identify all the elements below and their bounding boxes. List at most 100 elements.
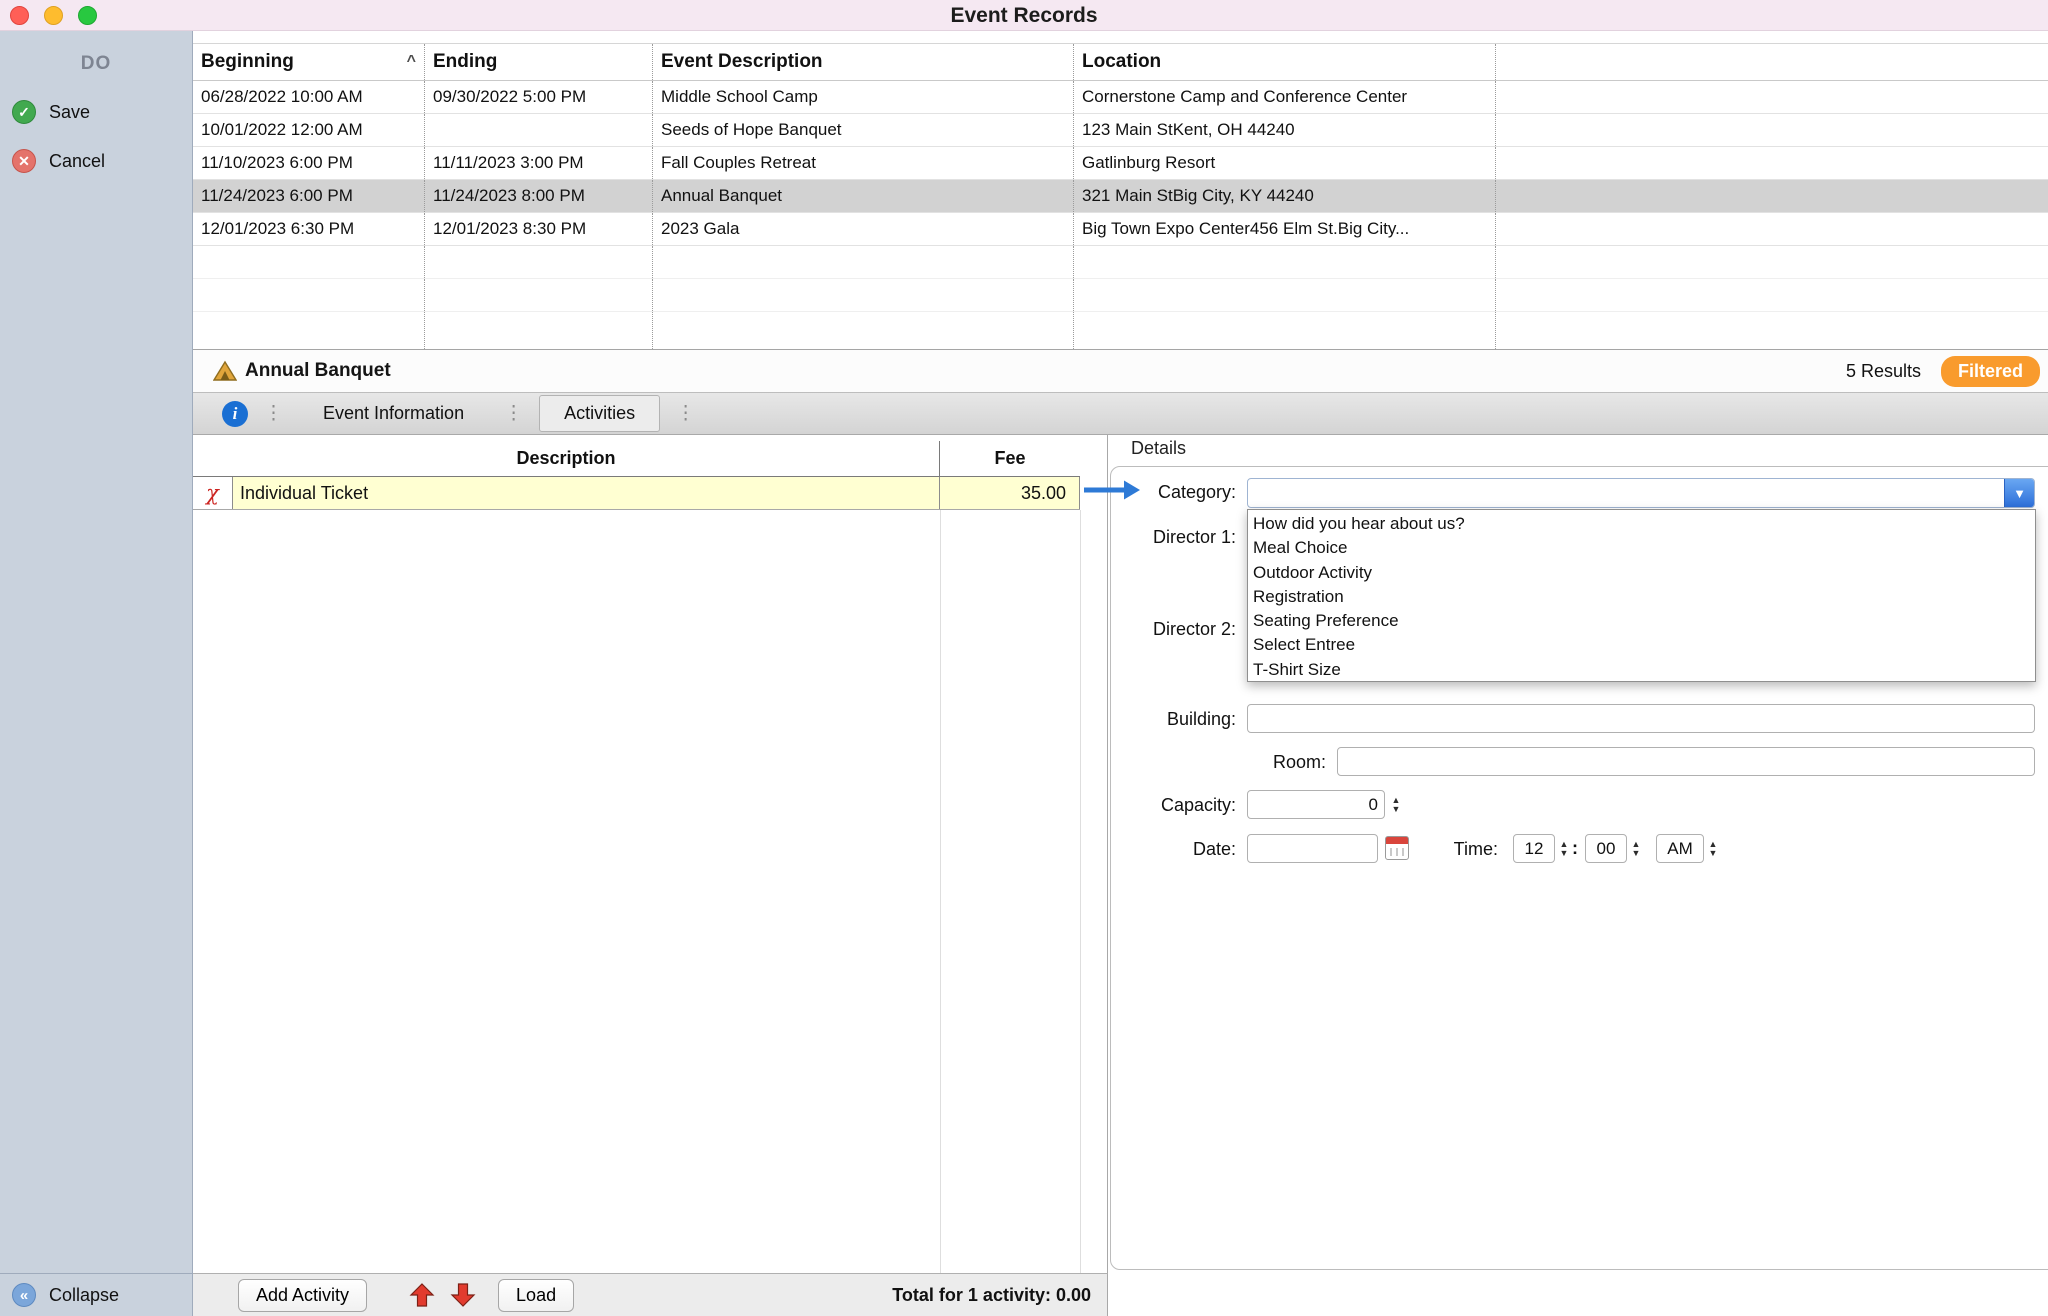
table-row-empty (193, 246, 2048, 279)
cell-beginning: 12/01/2023 6:30 PM (193, 213, 425, 245)
ampm-stepper[interactable]: ▲ ▼ (1706, 835, 1720, 863)
time-label: Time: (1428, 839, 1498, 860)
step-down-icon[interactable]: ▼ (1560, 849, 1569, 858)
cell-empty (1496, 147, 2048, 179)
table-row[interactable]: 06/28/2022 10:00 AM 09/30/2022 5:00 PM M… (193, 81, 2048, 114)
tab-event-information[interactable]: Event Information (299, 396, 488, 431)
drag-handle-icon[interactable]: ⋮ (504, 402, 523, 425)
dropdown-option[interactable]: Select Entree (1248, 633, 2035, 657)
table-row[interactable]: 10/01/2022 12:00 AM Seeds of Hope Banque… (193, 114, 2048, 147)
activities-table-header: Description Fee (193, 441, 1080, 477)
cancel-button[interactable]: ✕ Cancel (0, 149, 192, 173)
cell-location: 321 Main StBig City, KY 44240 (1074, 180, 1496, 212)
time-ampm-input[interactable] (1656, 834, 1704, 863)
dropdown-option[interactable]: Seating Preference (1248, 609, 2035, 633)
step-down-icon[interactable]: ▼ (1709, 849, 1718, 858)
minute-stepper[interactable]: ▲ ▼ (1629, 835, 1643, 863)
director2-label: Director 2: (1108, 619, 1236, 640)
drag-handle-icon[interactable]: ⋮ (264, 402, 283, 425)
table-row-selected[interactable]: 11/24/2023 6:00 PM 11/24/2023 8:00 PM An… (193, 180, 2048, 213)
activity-row[interactable]: χ Individual Ticket 35.00 (193, 477, 1080, 510)
cell-empty (653, 246, 1074, 278)
calendar-icon[interactable] (1385, 836, 1409, 860)
event-tent-icon (213, 359, 237, 383)
step-down-icon[interactable]: ▼ (1392, 805, 1401, 814)
dropdown-option[interactable]: How did you hear about us? (1248, 512, 2035, 536)
cell-empty (1074, 279, 1496, 311)
category-dropdown-list: How did you hear about us? Meal Choice O… (1247, 509, 2036, 682)
filtered-badge[interactable]: Filtered (1941, 356, 2040, 387)
hour-stepper[interactable]: ▲ ▼ (1557, 835, 1571, 863)
details-panel: Details Category: Director 1: Director 2… (1108, 435, 2048, 1273)
save-check-icon: ✓ (12, 100, 36, 124)
save-label: Save (49, 102, 90, 123)
dropdown-option[interactable]: Meal Choice (1248, 536, 2035, 560)
cell-empty (1496, 213, 2048, 245)
column-header-empty (1496, 44, 2048, 80)
cell-ending: 11/24/2023 8:00 PM (425, 180, 653, 212)
tab-bar: i ⋮ Event Information ⋮ Activities ⋮ (193, 392, 2048, 435)
capacity-label: Capacity: (1108, 795, 1236, 816)
load-button[interactable]: Load (498, 1279, 574, 1312)
cell-location: Cornerstone Camp and Conference Center (1074, 81, 1496, 113)
time-minute-input[interactable] (1585, 834, 1627, 863)
capacity-stepper[interactable]: ▲ ▼ (1389, 791, 1403, 819)
room-input[interactable] (1337, 747, 2035, 776)
collapse-label: Collapse (49, 1285, 119, 1306)
activity-fee-cell[interactable]: 35.00 (940, 477, 1080, 509)
column-header-description[interactable]: Event Description (653, 44, 1074, 80)
category-dropdown-button[interactable]: ▼ (2004, 479, 2034, 507)
column-header-ending[interactable]: Ending (425, 44, 653, 80)
pointer-arrow-icon (1083, 479, 1141, 501)
cell-empty (1074, 312, 1496, 351)
add-activity-button[interactable]: Add Activity (238, 1279, 367, 1312)
move-up-icon[interactable] (409, 1282, 435, 1308)
window-titlebar: Event Records (0, 0, 2048, 31)
cell-beginning: 11/10/2023 6:00 PM (193, 147, 425, 179)
table-row[interactable]: 11/10/2023 6:00 PM 11/11/2023 3:00 PM Fa… (193, 147, 2048, 180)
cell-empty (1496, 114, 2048, 146)
move-down-icon[interactable] (450, 1282, 476, 1308)
column-header-beginning[interactable]: Beginning ^ (193, 44, 425, 80)
dropdown-option[interactable]: Outdoor Activity (1248, 561, 2035, 585)
cell-beginning: 11/24/2023 6:00 PM (193, 180, 425, 212)
date-input[interactable] (1247, 834, 1378, 863)
column-header-ending-label: Ending (433, 51, 497, 73)
collapse-button[interactable]: « Collapse (0, 1273, 192, 1316)
building-input[interactable] (1247, 704, 2035, 733)
dropdown-option[interactable]: T-Shirt Size (1248, 658, 2035, 682)
cell-empty (1496, 312, 2048, 351)
delete-activity-icon[interactable]: χ (193, 477, 232, 509)
event-header-bar: Annual Banquet 5 Results Filtered (193, 350, 2048, 392)
drag-handle-icon[interactable]: ⋮ (676, 402, 695, 425)
table-row[interactable]: 12/01/2023 6:30 PM 12/01/2023 8:30 PM 20… (193, 213, 2048, 246)
column-divider (1080, 510, 1081, 1273)
category-combo-field[interactable]: ▼ (1247, 478, 2035, 508)
cell-empty (1496, 279, 2048, 311)
cell-empty (1496, 180, 2048, 212)
info-icon[interactable]: i (222, 401, 248, 427)
activity-description-cell[interactable]: Individual Ticket (232, 477, 940, 509)
cell-ending: 11/11/2023 3:00 PM (425, 147, 653, 179)
cell-empty (193, 246, 425, 278)
sidebar: DO ✓ Save ✕ Cancel « Collapse (0, 31, 193, 1316)
date-label: Date: (1108, 839, 1236, 860)
time-hour-input[interactable] (1513, 834, 1555, 863)
capacity-input[interactable] (1247, 790, 1385, 819)
cell-location: Big Town Expo Center456 Elm St.Big City.… (1074, 213, 1496, 245)
cell-description: Fall Couples Retreat (653, 147, 1074, 179)
cell-description: 2023 Gala (653, 213, 1074, 245)
column-header-fee: Fee (940, 441, 1080, 476)
column-header-location[interactable]: Location (1074, 44, 1496, 80)
cell-empty (425, 246, 653, 278)
tab-activities[interactable]: Activities (539, 395, 660, 432)
activities-total: Total for 1 activity: 0.00 (892, 1285, 1091, 1306)
step-down-icon[interactable]: ▼ (1632, 849, 1641, 858)
cell-ending: 12/01/2023 8:30 PM (425, 213, 653, 245)
save-button[interactable]: ✓ Save (0, 100, 192, 124)
dropdown-option[interactable]: Registration (1248, 585, 2035, 609)
cell-location: Gatlinburg Resort (1074, 147, 1496, 179)
events-table: Beginning ^ Ending Event Description Loc… (193, 43, 2048, 350)
cancel-label: Cancel (49, 151, 105, 172)
cell-empty (193, 279, 425, 311)
